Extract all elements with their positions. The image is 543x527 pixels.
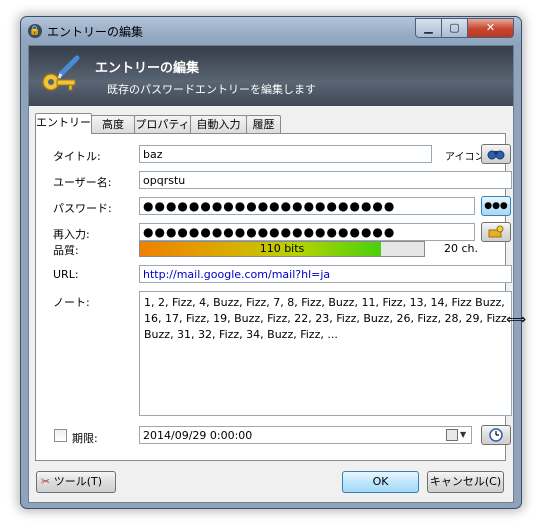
title-input[interactable]: baz [139,145,432,163]
cancel-button[interactable]: キャンセル(C) [427,471,504,493]
edit-entry-window: 🔒 エントリーの編集 ▁ ▢ ✕ エントリーの編集 既存のパスワードエントリーを… [20,16,522,509]
minimize-button[interactable]: ▁ [415,18,442,38]
url-label: URL: [53,268,79,281]
lock-icon: 🔒 [28,24,42,38]
repeat-label: 再入力: [53,228,90,241]
banner-title: エントリーの編集 [95,61,200,76]
tab-properties[interactable]: プロパティ [134,115,191,133]
calendar-icon[interactable] [446,429,458,441]
quality-bits: 110 bits [259,242,305,255]
tab-auto-type[interactable]: 自動入力 [190,115,247,133]
resize-cursor-icon: ⟺ [506,312,527,328]
password-input[interactable]: ●●●●●●●●●●●●●●●●●●●●●● [139,197,475,215]
key-pen-icon [42,55,80,91]
expires-presets-button[interactable] [481,425,511,445]
password-generator-icon [488,225,504,238]
ok-button[interactable]: OK [342,471,419,493]
quality-bar: 110 bits [139,241,425,257]
title-label: タイトル: [53,150,101,163]
tools-label: ツール(T) [53,475,103,488]
window-title: エントリーの編集 [47,25,144,39]
username-input[interactable]: opqrstu [139,171,512,189]
chevron-down-icon[interactable]: ▼ [460,430,466,439]
icon-picker-button[interactable] [481,144,511,164]
repeat-password-input[interactable]: ●●●●●●●●●●●●●●●●●●●●●● [139,223,475,241]
close-button[interactable]: ✕ [467,18,514,38]
expires-checkbox[interactable] [54,429,67,442]
char-count: 20 ch. [444,242,479,255]
expires-date-input[interactable]: 2014/09/29 0:00:00 [139,426,472,444]
tab-advanced[interactable]: 高度 [91,115,135,133]
tools-button[interactable]: ✂ ツール(T) [36,471,116,493]
show-password-button[interactable]: ●●● [481,196,511,216]
url-input[interactable]: http://mail.google.com/mail?hl=ja [139,265,512,283]
entry-panel: タイトル: baz アイコン: ユーザー名: opqrstu パスワード: ●●… [35,133,512,461]
notes-label: ノート: [53,296,90,309]
binoculars-icon [487,150,505,160]
username-label: ユーザー名: [53,176,112,189]
dialog-client: エントリーの編集 既存のパスワードエントリーを編集します エントリー 高度 プロ… [28,45,514,503]
maximize-button[interactable]: ▢ [441,18,468,38]
clock-icon [489,428,503,442]
header-banner: エントリーの編集 既存のパスワードエントリーを編集します [29,46,513,106]
generate-password-button[interactable] [481,222,511,242]
banner-subtitle: 既存のパスワードエントリーを編集します [107,83,316,96]
expires-label: 期限: [72,432,98,445]
tools-icon: ✂ [41,475,51,488]
tab-history[interactable]: 履歴 [246,115,281,133]
title-bar[interactable]: 🔒 エントリーの編集 ▁ ▢ ✕ [21,17,521,45]
notes-textarea[interactable]: 1, 2, Fizz, 4, Buzz, Fizz, 7, 8, Fizz, B… [139,291,512,416]
tab-entry[interactable]: エントリー [35,113,92,134]
password-label: パスワード: [53,202,112,215]
quality-label: 品質: [53,244,79,257]
